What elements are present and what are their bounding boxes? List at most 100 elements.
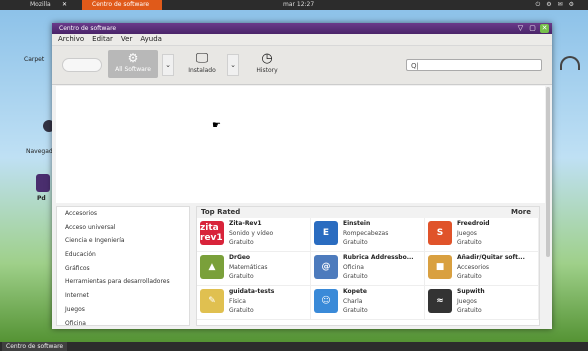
more-link[interactable]: More bbox=[511, 207, 531, 218]
chevron-down-icon[interactable]: ⌄ bbox=[227, 54, 239, 76]
tray-icons[interactable]: ⏻⚙✉⚙ bbox=[535, 0, 580, 10]
app-tile[interactable]: ☺ Kopete Charla Gratuito bbox=[311, 286, 425, 320]
wifi-icon bbox=[560, 56, 580, 70]
maximize-icon[interactable]: ▢ bbox=[528, 24, 537, 33]
app-category: Juegos bbox=[457, 298, 477, 305]
app-category: Sonido y vídeo bbox=[229, 230, 274, 237]
chevron-down-icon[interactable]: ⌄ bbox=[162, 54, 174, 76]
category-item[interactable]: Accesorios bbox=[57, 207, 189, 221]
app-name: Freedroid bbox=[457, 220, 490, 227]
menu-editar[interactable]: Editar bbox=[92, 34, 113, 45]
all-software-label: All Software bbox=[115, 66, 151, 73]
window-controls: ▽ ▢ ✕ bbox=[516, 24, 549, 33]
app-name: Supwith bbox=[457, 288, 485, 295]
close-icon[interactable]: ✕ bbox=[62, 0, 67, 10]
scrollbar[interactable] bbox=[546, 87, 550, 257]
app-price: Gratuito bbox=[229, 239, 254, 246]
category-item[interactable]: Juegos bbox=[57, 303, 189, 317]
app-category: Charla bbox=[343, 298, 363, 305]
desktop-icon-pd[interactable]: Pd bbox=[37, 195, 46, 202]
freedroid-icon: S bbox=[428, 221, 452, 245]
search-field-text: Q| bbox=[411, 62, 419, 70]
app-price: Gratuito bbox=[229, 307, 254, 314]
panel-app-software-center[interactable]: Centro de software bbox=[82, 0, 162, 10]
top-rated-header: Top Rated More bbox=[197, 207, 539, 218]
all-software-button[interactable]: ⚙ All Software bbox=[108, 50, 158, 78]
app-tile[interactable]: @ Rubrica Addressbo... Oficina Gratuito bbox=[311, 252, 425, 286]
top-rated-panel: Top Rated More zita rev1 Zita-Rev1 Sonido … bbox=[196, 206, 540, 326]
app-price: Gratuito bbox=[229, 273, 254, 280]
app-name: Añadir/Quitar soft... bbox=[457, 254, 525, 261]
desktop-icon-folder[interactable]: Carpet bbox=[24, 56, 44, 63]
pd-icon[interactable] bbox=[36, 174, 50, 192]
all-software-icon: ⚙ bbox=[127, 51, 139, 65]
window-titlebar[interactable]: Centro de software ▽ ▢ ✕ bbox=[52, 23, 552, 34]
app-price: Gratuito bbox=[343, 239, 368, 246]
app-tile[interactable]: E Einstein Rompecabezas Gratuito bbox=[311, 218, 425, 252]
category-item[interactable]: Educación bbox=[57, 248, 189, 262]
close-icon[interactable]: ✕ bbox=[540, 24, 549, 33]
main-content-area: ☛ bbox=[56, 86, 545, 203]
app-price: Gratuito bbox=[457, 273, 482, 280]
menu-bar: Archivo Editar Ver Ayuda bbox=[52, 34, 552, 46]
app-category: Rompecabezas bbox=[343, 230, 389, 237]
app-price: Gratuito bbox=[457, 307, 482, 314]
app-name: Kopete bbox=[343, 288, 367, 295]
app-tile[interactable]: zita rev1 Zita-Rev1 Sonido y vídeo Gratuito bbox=[197, 218, 311, 252]
app-name: DrGeo bbox=[229, 254, 251, 261]
package-icon: ■ bbox=[428, 255, 452, 279]
app-tile[interactable]: ■ Añadir/Quitar soft... Accesorios Gratuito bbox=[425, 252, 539, 286]
top-panel: Mozilla ✕ Centro de software mar 12:27 ⏻… bbox=[0, 0, 588, 10]
history-label: History bbox=[256, 67, 278, 74]
category-item[interactable]: Acceso universal bbox=[57, 221, 189, 235]
app-price: Gratuito bbox=[343, 307, 368, 314]
addressbook-icon: @ bbox=[314, 255, 338, 279]
cursor-icon: ☛ bbox=[212, 120, 221, 131]
app-tile[interactable]: ▲ DrGeo Matemáticas Gratuito bbox=[197, 252, 311, 286]
taskbar-item-software-center[interactable]: Centro de software bbox=[2, 342, 68, 351]
app-category: Matemáticas bbox=[229, 264, 268, 271]
category-item[interactable]: Oficina bbox=[57, 317, 189, 331]
category-list: Accesorios Acceso universal Ciencia e In… bbox=[56, 206, 190, 327]
menu-ver[interactable]: Ver bbox=[121, 34, 132, 45]
category-item[interactable]: Gráficos bbox=[57, 262, 189, 276]
app-price: Gratuito bbox=[343, 273, 368, 280]
menu-archivo[interactable]: Archivo bbox=[58, 34, 84, 45]
panel-clock[interactable]: mar 12:27 bbox=[283, 0, 314, 10]
app-name: guidata-tests bbox=[229, 288, 275, 295]
installed-button[interactable]: 🖵 Instalado bbox=[182, 50, 222, 78]
category-item[interactable]: Internet bbox=[57, 289, 189, 303]
back-forward-button[interactable] bbox=[62, 58, 102, 72]
bottom-panel: Centro de software bbox=[0, 342, 588, 351]
menu-ayuda[interactable]: Ayuda bbox=[140, 34, 162, 45]
software-center-window: Centro de software ▽ ▢ ✕ Archivo Editar … bbox=[52, 23, 552, 329]
app-category: Accesorios bbox=[457, 264, 490, 271]
toolbar: ⚙ All Software ⌄ 🖵 Instalado ⌄ ◷ History… bbox=[52, 46, 552, 85]
einstein-icon: E bbox=[314, 221, 338, 245]
panel-app-mozilla[interactable]: Mozilla bbox=[30, 0, 51, 10]
app-name: Rubrica Addressbo... bbox=[343, 254, 414, 261]
history-button[interactable]: ◷ History bbox=[249, 50, 285, 78]
clock-icon: ◷ bbox=[261, 51, 273, 66]
app-tile[interactable]: S Freedroid Juegos Gratuito bbox=[425, 218, 539, 252]
app-tile[interactable]: ≈ Supwith Juegos Gratuito bbox=[425, 286, 539, 320]
guidata-icon: ✎ bbox=[200, 289, 224, 313]
app-price: Gratuito bbox=[457, 239, 482, 246]
drgeo-icon: ▲ bbox=[200, 255, 224, 279]
zita-icon: zita rev1 bbox=[200, 221, 224, 245]
minimize-icon[interactable]: ▽ bbox=[516, 24, 525, 33]
category-item[interactable]: Ciencia e Ingeniería bbox=[57, 234, 189, 248]
installed-label: Instalado bbox=[188, 67, 216, 74]
desktop-icon-browser[interactable]: Navegad bbox=[26, 148, 53, 155]
monitor-icon: 🖵 bbox=[195, 51, 209, 66]
app-name: Einstein bbox=[343, 220, 371, 227]
app-grid: zita rev1 Zita-Rev1 Sonido y vídeo Gratuito… bbox=[197, 218, 539, 320]
app-name: Zita-Rev1 bbox=[229, 220, 262, 227]
app-category: Juegos bbox=[457, 230, 477, 237]
window-title: Centro de software bbox=[59, 25, 117, 32]
kopete-icon: ☺ bbox=[314, 289, 338, 313]
app-tile[interactable]: ✎ guidata-tests Física Gratuito bbox=[197, 286, 311, 320]
category-item[interactable]: Herramientas para desarrolladores bbox=[57, 275, 189, 289]
supwith-icon: ≈ bbox=[428, 289, 452, 313]
search-input[interactable]: Q| bbox=[406, 59, 542, 71]
